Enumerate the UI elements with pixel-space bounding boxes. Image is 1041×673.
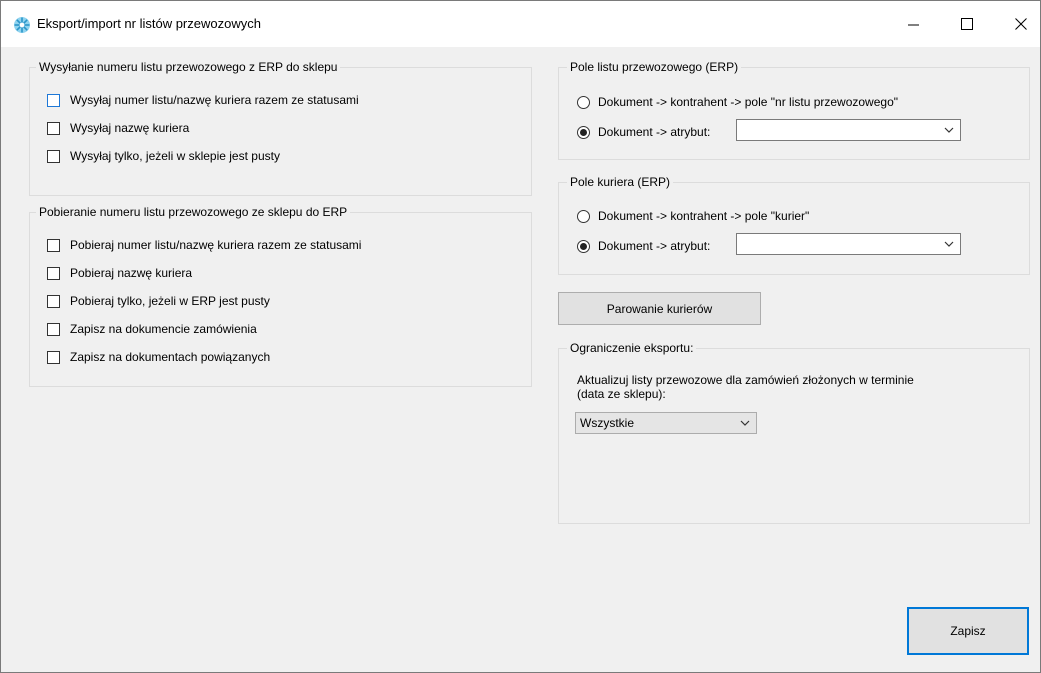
fetch-only-if-empty-checkbox[interactable] <box>47 294 60 308</box>
courier-field-group: Pole kuriera (ERP) <box>558 175 1030 275</box>
checkbox-label: Pobieraj tylko, jeżeli w ERP jest pusty <box>70 294 270 308</box>
checkbox-label: Wysyłaj numer listu/nazwę kuriera razem … <box>70 93 359 107</box>
title-bar: Eksport/import nr listów przewozowych <box>1 1 1040 47</box>
fetch-courier-name-checkbox[interactable] <box>47 266 60 280</box>
checkbox-label: Wysyłaj nazwę kuriera <box>70 121 190 135</box>
description-line-1: Aktualizuj listy przewozowe dla zamówień… <box>577 373 914 387</box>
save-button-label: Zapisz <box>950 624 986 638</box>
fetch-courier-name-option[interactable]: Pobieraj nazwę kuriera <box>47 266 192 280</box>
courier-contractor-option[interactable]: Dokument -> kontrahent -> pole "kurier" <box>577 209 809 223</box>
send-with-statuses-option[interactable]: Wysyłaj numer listu/nazwę kuriera razem … <box>47 93 359 107</box>
fetch-with-statuses-checkbox[interactable] <box>47 238 60 252</box>
maximize-icon <box>961 18 973 30</box>
send-courier-name-option[interactable]: Wysyłaj nazwę kuriera <box>47 121 189 135</box>
maximize-button[interactable] <box>944 1 990 47</box>
close-button[interactable] <box>998 1 1041 47</box>
minimize-icon <box>907 24 919 25</box>
save-button[interactable]: Zapisz <box>907 607 1029 655</box>
close-icon <box>1015 18 1027 30</box>
export-limit-group-title: Ograniczenie eksportu: <box>567 341 697 355</box>
radio-label: Dokument -> kontrahent -> pole "kurier" <box>598 209 810 223</box>
waybill-contractor-option[interactable]: Dokument -> kontrahent -> pole "nr listu… <box>577 95 898 109</box>
checkbox-label: Zapisz na dokumencie zamówienia <box>70 322 257 336</box>
chevron-down-icon <box>740 420 750 426</box>
fetch-group-title: Pobieranie numeru listu przewozowego ze … <box>36 205 351 219</box>
save-on-related-option[interactable]: Zapisz na dokumentach powiązanych <box>47 350 270 364</box>
waybill-attribute-radio[interactable] <box>577 125 590 139</box>
radio-label: Dokument -> atrybut: <box>598 239 711 253</box>
send-only-if-empty-checkbox[interactable] <box>47 149 60 163</box>
courier-attribute-dropdown[interactable] <box>736 233 961 255</box>
courier-contractor-radio[interactable] <box>577 209 590 223</box>
checkbox-label: Zapisz na dokumentach powiązanych <box>70 350 271 364</box>
waybill-field-group: Pole listu przewozowego (ERP) <box>558 60 1030 160</box>
fetch-with-statuses-option[interactable]: Pobieraj numer listu/nazwę kuriera razem… <box>47 238 361 252</box>
waybill-attribute-option[interactable]: Dokument -> atrybut: <box>577 125 710 139</box>
save-on-order-option[interactable]: Zapisz na dokumencie zamówienia <box>47 322 257 336</box>
send-only-if-empty-option[interactable]: Wysyłaj tylko, jeżeli w sklepie jest pus… <box>47 149 280 163</box>
checkbox-label: Pobieraj numer listu/nazwę kuriera razem… <box>70 238 362 252</box>
send-with-statuses-checkbox[interactable] <box>47 93 60 107</box>
send-group-title: Wysyłanie numeru listu przewozowego z ER… <box>36 60 341 74</box>
minimize-button[interactable] <box>890 1 936 47</box>
courier-pairing-button[interactable]: Parowanie kurierów <box>558 292 761 325</box>
send-courier-name-checkbox[interactable] <box>47 121 60 135</box>
waybill-contractor-radio[interactable] <box>577 95 590 109</box>
courier-pairing-label: Parowanie kurierów <box>606 301 713 316</box>
window-title: Eksport/import nr listów przewozowych <box>37 16 261 31</box>
chevron-down-icon <box>944 241 954 247</box>
description-line-2: (data ze sklepu): <box>577 387 666 401</box>
courier-attribute-option[interactable]: Dokument -> atrybut: <box>577 239 710 253</box>
waybill-attribute-dropdown[interactable] <box>736 119 961 141</box>
courier-field-group-title: Pole kuriera (ERP) <box>567 175 674 189</box>
waybill-field-group-title: Pole listu przewozowego (ERP) <box>567 60 742 74</box>
radio-label: Dokument -> atrybut: <box>598 125 711 139</box>
app-logo-icon <box>13 16 31 34</box>
checkbox-label: Wysyłaj tylko, jeżeli w sklepie jest pus… <box>70 149 280 163</box>
courier-attribute-radio[interactable] <box>577 239 590 253</box>
period-select[interactable]: Wszystkie <box>575 412 757 434</box>
save-on-order-checkbox[interactable] <box>47 322 60 336</box>
chevron-down-icon <box>944 127 954 133</box>
app-window: Eksport/import nr listów przewozowych Wy… <box>0 0 1041 673</box>
export-limit-description: Aktualizuj listy przewozowe dla zamówień… <box>577 373 914 401</box>
checkbox-label: Pobieraj nazwę kuriera <box>70 266 193 280</box>
radio-label: Dokument -> kontrahent -> pole "nr listu… <box>598 95 899 109</box>
period-select-value: Wszystkie <box>580 416 634 430</box>
save-on-related-checkbox[interactable] <box>47 350 60 364</box>
fetch-only-if-empty-option[interactable]: Pobieraj tylko, jeżeli w ERP jest pusty <box>47 294 270 308</box>
